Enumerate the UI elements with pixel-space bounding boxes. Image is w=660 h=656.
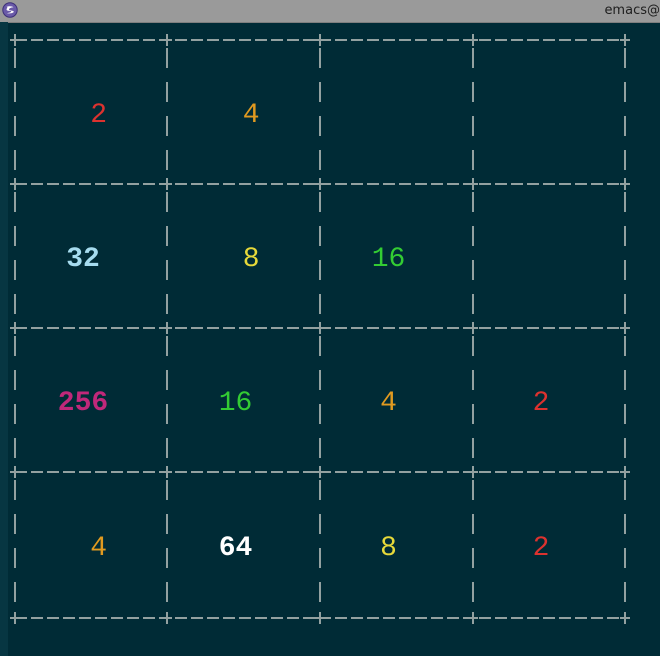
- tile-value: 2: [533, 533, 550, 564]
- grid-corner: [315, 612, 325, 624]
- board-cell-r4-c3: 8: [380, 533, 397, 564]
- grid-corner: [10, 322, 20, 334]
- board-cell-r1-c1: 2: [90, 100, 107, 131]
- board-cell-r3-c4: 2: [533, 388, 550, 419]
- grid-corner: [162, 322, 172, 334]
- grid-corner: [315, 322, 325, 334]
- board-cell-r4-c1: 4: [90, 533, 107, 564]
- grid-corner: [10, 612, 20, 624]
- board-cell-r3-c2: 16: [219, 388, 253, 419]
- grid-corner: [315, 34, 325, 46]
- tile-value: 256: [58, 388, 108, 419]
- grid-corner: [468, 34, 478, 46]
- grid-corner: [620, 178, 630, 190]
- grid-corner: [468, 322, 478, 334]
- board-cell-r4-c4: 2: [533, 533, 550, 564]
- game-board[interactable]: 2 4 32 8 16 256 16 4 2 4 64 8 2: [8, 22, 660, 656]
- board-cell-r2-c1: 32: [66, 244, 100, 275]
- grid-corner: [620, 322, 630, 334]
- tile-value: 32: [66, 244, 100, 275]
- tile-value: 2: [90, 100, 107, 131]
- title-bar[interactable]: emacs@: [0, 0, 660, 23]
- grid-corner: [620, 466, 630, 478]
- tile-value: 16: [372, 244, 406, 275]
- grid-corner: [315, 178, 325, 190]
- board-cell-r4-c2: 64: [219, 533, 253, 564]
- tile-value: 4: [380, 388, 397, 419]
- grid-corner: [162, 178, 172, 190]
- grid-corner: [10, 178, 20, 190]
- grid-corner: [10, 34, 20, 46]
- emacs-icon: [2, 2, 18, 18]
- tile-value: 4: [90, 533, 107, 564]
- grid-corner: [315, 466, 325, 478]
- grid-corner: [468, 612, 478, 624]
- grid-corner: [162, 34, 172, 46]
- board-cell-r2-c2: 8: [243, 244, 260, 275]
- tile-value: 8: [243, 244, 260, 275]
- grid-corner: [468, 178, 478, 190]
- grid-corner: [620, 34, 630, 46]
- tile-value: 16: [219, 388, 253, 419]
- window-title: emacs@: [604, 3, 660, 18]
- grid-corner: [620, 612, 630, 624]
- left-fringe: [0, 22, 8, 656]
- board-canvas: 2 4 32 8 16 256 16 4 2 4 64 8 2: [10, 34, 630, 624]
- board-cell-r2-c3: 16: [372, 244, 406, 275]
- board-cell-r1-c2: 4: [243, 100, 260, 131]
- board-cell-r3-c3: 4: [380, 388, 397, 419]
- grid-corner: [10, 466, 20, 478]
- tile-value: 2: [533, 388, 550, 419]
- board-cell-r3-c1: 256: [58, 388, 108, 419]
- grid-corner: [468, 466, 478, 478]
- tile-value: 4: [243, 100, 260, 131]
- grid-corner: [162, 466, 172, 478]
- grid-corner: [162, 612, 172, 624]
- tile-value: 8: [380, 533, 397, 564]
- tile-value: 64: [219, 533, 253, 564]
- emacs-window: emacs@ 2 4 32 8 16 256 16 4 2 4 64 8 2: [0, 0, 660, 656]
